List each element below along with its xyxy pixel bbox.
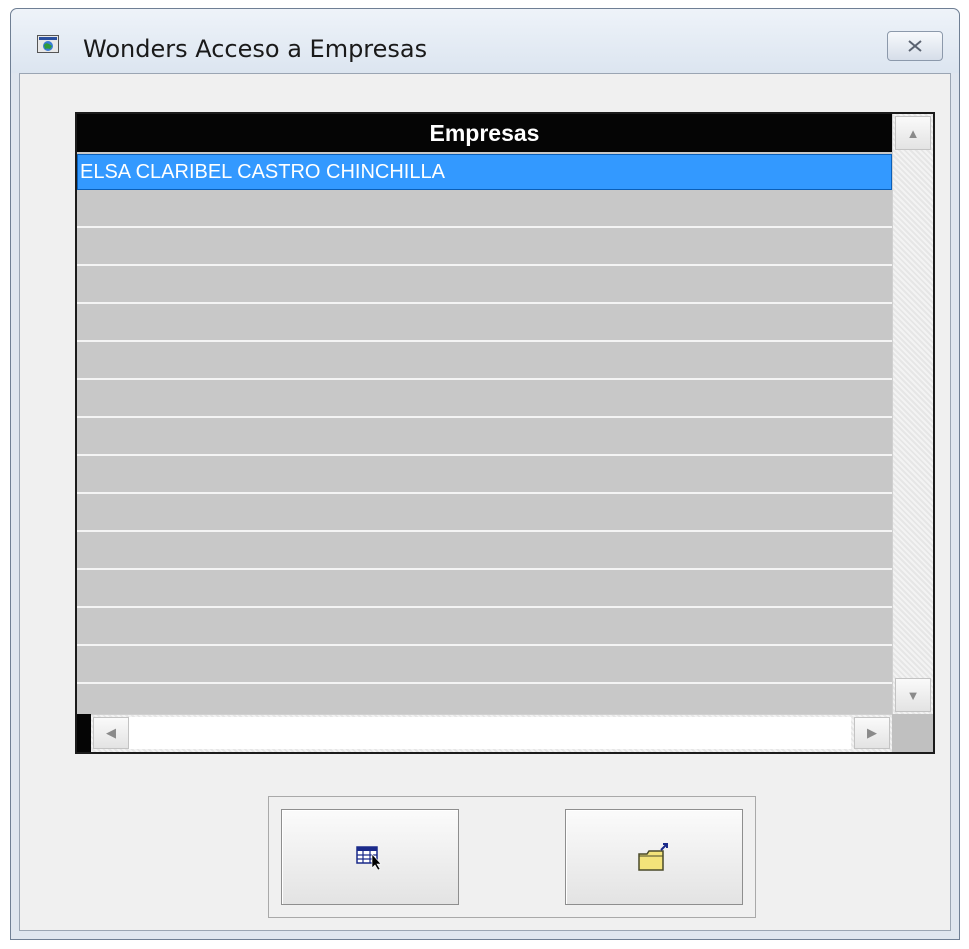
arrow-right-icon: ▶: [867, 725, 877, 740]
app-globe-icon: [37, 35, 59, 53]
table-row-empty[interactable]: [77, 608, 892, 646]
scroll-down-button[interactable]: ▼: [895, 678, 931, 712]
button-panel: [268, 796, 756, 918]
table-row-empty[interactable]: [77, 570, 892, 608]
select-table-icon: [356, 846, 382, 870]
vertical-scrollbar[interactable]: ▲ ▼: [892, 114, 933, 714]
table-row-empty[interactable]: [77, 228, 892, 266]
app-window: Wonders Acceso a Empresas Empresas ELSA …: [10, 8, 960, 940]
table-row-empty[interactable]: [77, 456, 892, 494]
select-company-button[interactable]: [281, 809, 459, 905]
table-row-empty[interactable]: [77, 304, 892, 342]
arrow-down-icon: ▼: [906, 687, 920, 703]
scrollbar-corner: [892, 714, 933, 752]
table-row-empty[interactable]: [77, 342, 892, 380]
window-title: Wonders Acceso a Empresas: [83, 35, 428, 63]
row-indicator: [77, 714, 91, 752]
horizontal-scroll-track[interactable]: [129, 717, 851, 749]
scroll-right-button[interactable]: ▶: [854, 717, 890, 749]
arrow-left-icon: ◀: [106, 725, 116, 740]
grid-rows: ELSA CLARIBEL CASTRO CHINCHILLA: [77, 154, 892, 684]
close-icon: [908, 40, 922, 52]
open-folder-exit-icon: [638, 843, 668, 871]
table-row-empty[interactable]: [77, 646, 892, 684]
scroll-up-button[interactable]: ▲: [895, 116, 931, 150]
table-row-empty[interactable]: [77, 418, 892, 456]
horizontal-scrollbar[interactable]: ◀ ▶: [91, 714, 892, 752]
table-row[interactable]: ELSA CLARIBEL CASTRO CHINCHILLA: [77, 154, 892, 190]
table-row-empty[interactable]: [77, 494, 892, 532]
title-bar[interactable]: Wonders Acceso a Empresas: [11, 9, 959, 73]
exit-button[interactable]: [565, 809, 743, 905]
arrow-up-icon: ▲: [906, 125, 920, 141]
companies-grid[interactable]: Empresas ELSA CLARIBEL CASTRO CHINCHILLA…: [75, 112, 935, 754]
table-row-empty[interactable]: [77, 380, 892, 418]
close-button[interactable]: [887, 31, 943, 61]
table-row-empty[interactable]: [77, 190, 892, 228]
company-name: ELSA CLARIBEL CASTRO CHINCHILLA: [80, 161, 445, 183]
column-header-empresas[interactable]: Empresas: [77, 114, 892, 152]
table-row-empty[interactable]: [77, 266, 892, 304]
scroll-left-button[interactable]: ◀: [93, 717, 129, 749]
table-row-empty[interactable]: [77, 532, 892, 570]
client-area: Empresas ELSA CLARIBEL CASTRO CHINCHILLA…: [19, 73, 951, 931]
